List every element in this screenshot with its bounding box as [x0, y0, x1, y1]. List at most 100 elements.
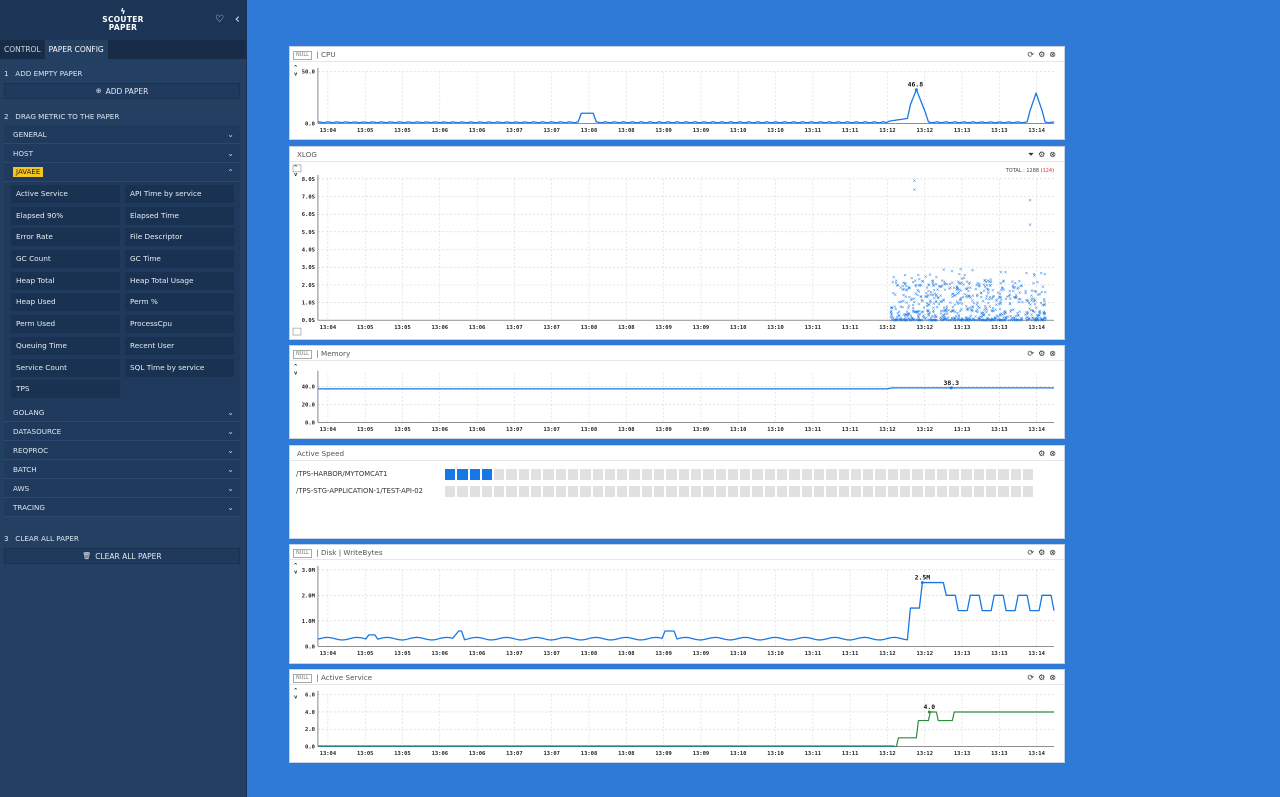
xlog-point: × [914, 283, 918, 289]
panel-tools: ⏷⚙⊗ [1028, 147, 1060, 162]
xlog-point: × [959, 267, 963, 273]
category-javaee[interactable]: JAVAEE ⌃ [4, 163, 240, 182]
close-circle-icon[interactable]: ⊗ [1049, 50, 1060, 59]
null-tag[interactable]: NULL [293, 349, 312, 359]
add-paper-button[interactable]: ⊕ ADD PAPER [4, 83, 240, 99]
gear-icon[interactable]: ⚙ [1038, 449, 1049, 458]
xlog-points[interactable]: ×××× ××××× ×××× ×××××××××× ×× ×××××× ×××××××××… [889, 267, 1048, 324]
tab-paper-config[interactable]: PAPER CONFIG [44, 40, 108, 59]
xlog-point: × [892, 275, 896, 281]
close-circle-icon[interactable]: ⊗ [1049, 349, 1060, 358]
memory-chart: 40.0 20.0 0.0 13:04 13:05 13:05 13:06 13:06 13:0… [294, 364, 1055, 433]
metric-item[interactable]: Service Count [11, 358, 120, 377]
refresh-icon[interactable]: ⟳ [1027, 673, 1038, 682]
null-tag[interactable]: NULL [293, 548, 312, 558]
metric-item[interactable]: Elapsed Time [125, 206, 234, 225]
refresh-icon[interactable]: ⟳ [1027, 548, 1038, 557]
speed-cell [973, 469, 985, 480]
category-tracing[interactable]: TRACING ⌄ [4, 498, 240, 518]
speed-cell [998, 469, 1009, 480]
category-aws[interactable]: AWS ⌄ [4, 479, 240, 499]
metric-item[interactable]: GC Count [11, 250, 120, 269]
close-circle-icon[interactable]: ⊗ [1049, 548, 1060, 557]
metric-item[interactable]: TPS [11, 380, 120, 399]
y-tick-label: 2.0M [302, 593, 316, 599]
heart-icon[interactable]: ♡ [215, 14, 224, 25]
xlog-point: × [980, 290, 984, 296]
category-general[interactable]: GENERAL ⌄ [4, 125, 240, 144]
metric-item[interactable]: File Descriptor [125, 228, 234, 247]
speed-cell [481, 486, 493, 497]
xlog-point: × [976, 300, 980, 306]
active-speed-panel[interactable]: Active Speed ⚙⊗ /TPS-HARBOR/MYTOMCAT1/TP… [289, 445, 1065, 539]
close-circle-icon[interactable]: ⊗ [1049, 449, 1060, 458]
gear-icon[interactable]: ⚙ [1038, 150, 1049, 159]
metric-item[interactable]: Queuing Time [11, 336, 120, 355]
category-host[interactable]: HOST ⌄ [4, 144, 240, 163]
speed-cell [445, 469, 456, 480]
xlog-point: × [928, 298, 932, 304]
refresh-icon[interactable]: ⟳ [1027, 349, 1038, 358]
null-tag[interactable]: NULL [293, 50, 312, 60]
x-tick-label: 13:07 [506, 651, 523, 657]
xlog-point: × [965, 294, 969, 300]
metric-item[interactable]: Heap Used [11, 293, 120, 312]
scouter-paper-logo[interactable]: ϟ SCOUTER PAPER [102, 8, 144, 32]
speed-cell [531, 469, 542, 480]
close-circle-icon[interactable]: ⊗ [1049, 150, 1060, 159]
metric-item[interactable]: GC Time [125, 250, 234, 269]
refresh-icon[interactable]: ⟳ [1027, 50, 1038, 59]
category-reqproc[interactable]: REQPROC ⌄ [4, 441, 240, 461]
xlog-point: × [889, 311, 893, 317]
gear-icon[interactable]: ⚙ [1038, 50, 1049, 59]
step-number: 1 [4, 69, 9, 78]
null-tag[interactable]: NULL [293, 673, 312, 683]
metric-item[interactable]: Heap Total [11, 271, 120, 290]
category-golang[interactable]: GOLANG ⌄ [4, 403, 240, 423]
metric-item[interactable]: Recent User [125, 336, 234, 355]
x-tick-label: 13:06 [469, 651, 486, 657]
close-circle-icon[interactable]: ⊗ [1049, 673, 1060, 682]
zoom-up-icon: ^ [294, 563, 298, 569]
clear-all-paper-button[interactable]: 🗑 CLEAR ALL PAPER [4, 548, 240, 565]
gear-icon[interactable]: ⚙ [1038, 673, 1049, 682]
chevron-left-icon[interactable]: ‹ [235, 12, 240, 27]
memory-panel[interactable]: NULL | Memory ⟳⚙⊗ 40.0 20.0 0.0 13:04 13:05 1… [289, 345, 1065, 439]
speed-cell [580, 486, 591, 497]
metric-item[interactable]: Elapsed 90% [11, 206, 120, 225]
x-tick-label: 13:10 [730, 128, 746, 134]
filter-icon[interactable]: ⏷ [1028, 150, 1038, 159]
xlog-chart[interactable]: 8.0S 7.0S 6.0S 5.0S 4.0S 3.0S 2.0S 1.0S 0.0S 13:0… [290, 162, 1064, 339]
metric-item[interactable]: ProcessCpu [125, 315, 234, 334]
category-datasource[interactable]: DATASOURCE ⌄ [4, 422, 240, 442]
metric-item[interactable]: Perm Used [11, 315, 120, 334]
x-tick-label: 13:09 [655, 128, 671, 134]
speed-cell [887, 486, 898, 497]
x-tick-label: 13:08 [618, 751, 634, 757]
speed-cell [813, 469, 825, 480]
gear-icon[interactable]: ⚙ [1038, 349, 1049, 358]
metric-item[interactable]: Active Service [11, 185, 120, 203]
active-service-panel[interactable]: NULL | Active Service ⟳⚙⊗ 6.0 4.0 2.0 0.0 13… [289, 669, 1065, 763]
tab-control[interactable]: CONTROL [0, 40, 45, 59]
xlog-point: × [941, 318, 945, 324]
speed-cell [678, 486, 689, 497]
x-tick-label: 13:07 [543, 128, 559, 134]
x-tick-label: 13:06 [432, 325, 448, 331]
gear-icon[interactable]: ⚙ [1038, 548, 1049, 557]
speed-cell [740, 486, 751, 497]
metric-item[interactable]: Heap Total Usage [125, 271, 234, 290]
xlog-point: × [921, 279, 925, 285]
speed-cell [936, 469, 948, 480]
category-label: GENERAL [13, 129, 47, 139]
metric-item[interactable]: SQL Time by service [125, 358, 234, 377]
cpu-panel[interactable]: NULL | CPU ⟳⚙⊗ 50.0 0.0 13:04 13:05 13:05 13:… [289, 46, 1065, 140]
disk-panel[interactable]: NULL | Disk | WriteBytes ⟳⚙⊗ 3.0M 2.0M 1.0… [289, 544, 1065, 664]
metric-item[interactable]: API Time by service [125, 185, 234, 203]
category-batch[interactable]: BATCH ⌄ [4, 460, 240, 480]
xlog-panel[interactable]: XLOG ⏷⚙⊗ 8.0S 7.0S 6.0S 5.0S 4.0S 3.0S 2.0S 1.0… [289, 146, 1065, 340]
panel-tools: ⟳⚙⊗ [1027, 670, 1060, 685]
metric-item[interactable]: Error Rate [11, 228, 120, 247]
speed-cell [826, 469, 837, 480]
metric-item[interactable]: Perm % [125, 293, 234, 312]
